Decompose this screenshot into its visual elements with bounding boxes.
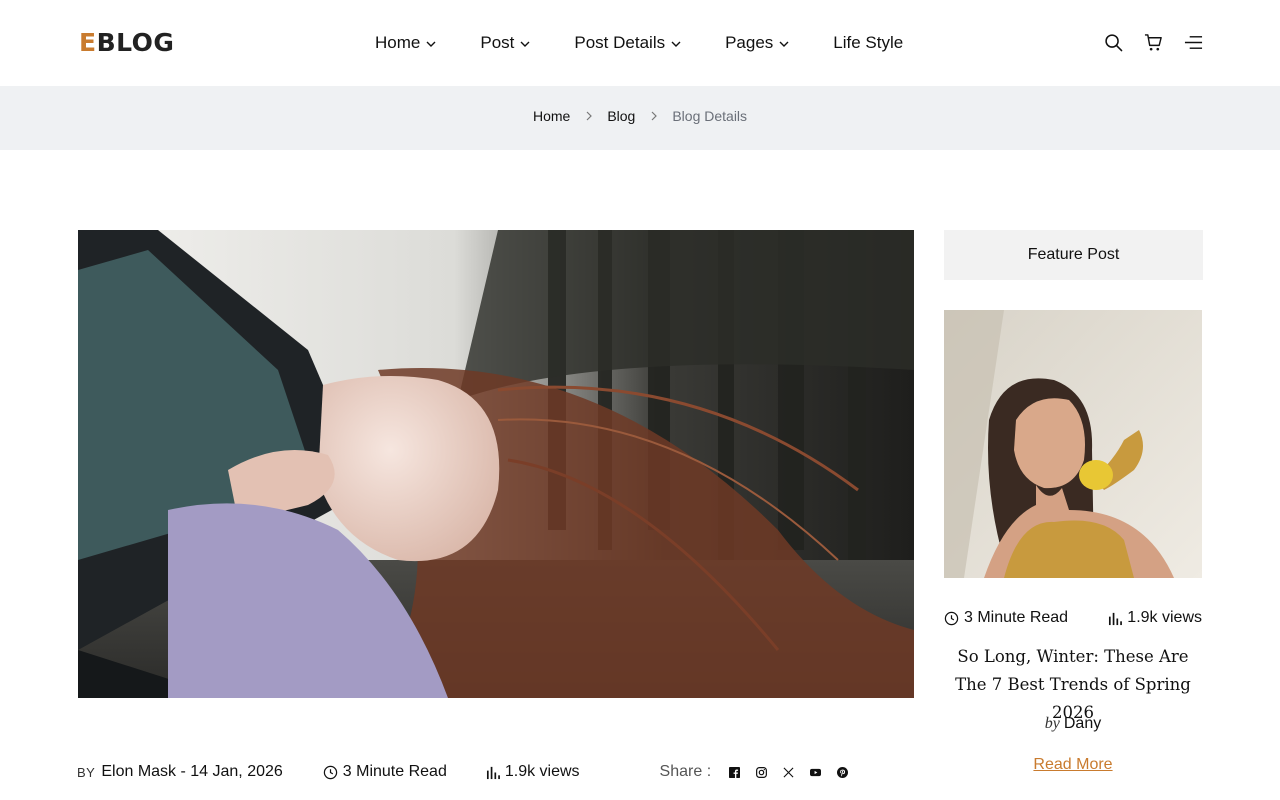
nav-label: Post Details — [574, 33, 666, 52]
menu-icon[interactable] — [1184, 33, 1203, 52]
nav-item-pages[interactable]: Pages — [725, 33, 789, 53]
social-share — [729, 766, 864, 778]
nav-label: Home — [375, 33, 421, 52]
read-time-label: 3 Minute Read — [342, 763, 447, 780]
nav-label: Pages — [725, 33, 774, 52]
header-actions — [1104, 33, 1203, 52]
chevron-down-icon — [520, 41, 530, 47]
feature-read-time: 3 Minute Read — [944, 609, 1068, 627]
main-nav: Home Post Post Details Pages Life Style — [375, 31, 903, 55]
bar-chart-icon — [1109, 612, 1123, 625]
nav-item-home[interactable]: Home — [375, 33, 436, 53]
logo-text: BLOG — [96, 28, 175, 57]
feature-author[interactable]: Dany — [1064, 715, 1101, 732]
share-label: Share : — [659, 763, 712, 780]
cart-icon[interactable] — [1144, 33, 1163, 52]
view-count: 1.9k views — [485, 763, 580, 781]
author-date: Elon Mask - 14 Jan, 2026 — [101, 763, 283, 780]
site-header: EBLOG Home Post Post Details Pages Life … — [0, 0, 1280, 86]
nav-item-post-details[interactable]: Post Details — [574, 33, 681, 53]
x-icon[interactable] — [783, 767, 794, 778]
site-logo[interactable]: EBLOG — [79, 30, 174, 56]
breadcrumb-current: Blog Details — [672, 108, 748, 124]
chevron-down-icon — [779, 41, 789, 47]
feature-post-meta: 3 Minute Read 1.9k views — [944, 608, 1202, 628]
bar-chart-icon — [486, 766, 500, 779]
instagram-icon[interactable] — [756, 766, 768, 778]
chevron-right-icon — [651, 111, 658, 121]
post-hero-image — [78, 230, 914, 698]
feature-views-label: 1.9k views — [1127, 609, 1202, 626]
read-more-link[interactable]: Read More — [944, 756, 1202, 774]
breadcrumb-blog[interactable]: Blog — [607, 108, 635, 124]
chevron-right-icon — [586, 111, 593, 121]
search-icon[interactable] — [1104, 33, 1123, 52]
clock-icon — [323, 765, 337, 779]
feature-post-byline: by Dany — [944, 715, 1202, 733]
feature-post-heading: Feature Post — [944, 230, 1203, 280]
breadcrumb-home[interactable]: Home — [533, 108, 570, 124]
nav-item-life-style[interactable]: Life Style — [833, 33, 903, 53]
pinterest-icon[interactable] — [837, 766, 849, 778]
read-time: 3 Minute Read — [323, 763, 447, 781]
post-meta: BY Elon Mask - 14 Jan, 2026 3 Minute Rea… — [77, 761, 864, 783]
nav-item-post[interactable]: Post — [480, 33, 530, 53]
breadcrumb-band: Home Blog Blog Details — [0, 86, 1280, 150]
views-label: 1.9k views — [504, 763, 580, 780]
facebook-icon[interactable] — [729, 766, 741, 778]
nav-label: Life Style — [833, 33, 904, 52]
clock-icon — [944, 611, 959, 625]
feature-post-image[interactable] — [944, 310, 1202, 578]
feature-read-time-label: 3 Minute Read — [964, 609, 1069, 626]
nav-label: Post — [480, 33, 515, 52]
logo-accent-letter: E — [79, 28, 97, 57]
breadcrumb: Home Blog Blog Details — [0, 108, 1280, 124]
chevron-down-icon — [426, 41, 436, 47]
youtube-icon[interactable] — [810, 767, 822, 778]
chevron-down-icon — [671, 41, 681, 47]
feature-view-count: 1.9k views — [1107, 609, 1202, 627]
by-label: BY — [77, 764, 96, 780]
by-word: by — [1044, 715, 1060, 732]
